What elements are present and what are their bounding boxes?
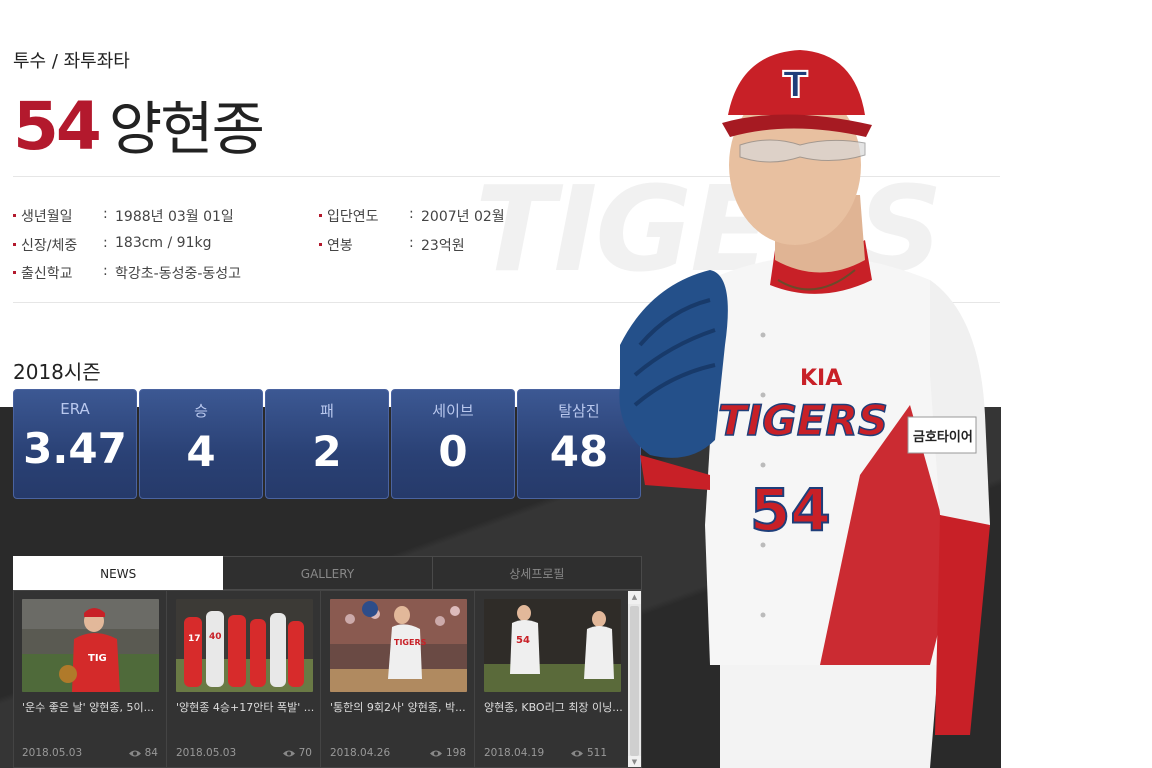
news-title[interactable]: '통한의 9회2사' 양현종, 박... <box>330 700 470 716</box>
info-salary-label: 연봉 <box>327 238 353 254</box>
news-views-count: 70 <box>298 747 312 759</box>
stat-label: ERA <box>60 400 90 418</box>
news-date: 2018.05.03 <box>176 747 237 759</box>
player-photo: 금호타이어 T KIA TIGERS 54 <box>619 50 990 768</box>
colon: : <box>103 263 108 279</box>
news-item[interactable]: TIG '운수 좋은 날' 양현종, 5이... 2018.05.03 84 <box>14 591 167 767</box>
cap-logo: T <box>783 65 808 106</box>
season-title: 2018시즌 <box>13 360 101 384</box>
news-date: 2018.05.03 <box>22 747 83 759</box>
info-body-value: 183cm / 91kg <box>115 235 212 251</box>
svg-text:17: 17 <box>188 634 201 644</box>
news-title[interactable]: '운수 좋은 날' 양현종, 5이... <box>22 700 162 716</box>
news-thumbnail[interactable]: TIGERS <box>330 599 467 692</box>
news-views: 511 <box>570 747 607 759</box>
info-body: 신장/체중 : 183cm / 91kg <box>13 235 211 255</box>
news-views: 198 <box>429 747 466 759</box>
news-views-count: 511 <box>586 747 607 759</box>
info-school: 출신학교 : 학강초-동성중-동성고 <box>13 263 241 283</box>
info-join-value: 2007년 02월 <box>421 209 505 225</box>
colon: : <box>103 235 108 251</box>
stat-value: 4 <box>186 427 216 476</box>
info-birth-label: 생년월일 <box>21 209 73 225</box>
eye-icon <box>570 750 583 756</box>
colon: : <box>409 235 414 251</box>
info-join: 입단연도 : 2007년 02월 <box>319 206 505 226</box>
info-salary-value: 23억원 <box>421 238 465 254</box>
tab-news[interactable]: NEWS <box>13 556 224 590</box>
svg-text:TIGERS: TIGERS <box>394 638 427 647</box>
tab-gallery[interactable]: GALLERY <box>223 556 433 590</box>
colon: : <box>103 206 108 222</box>
player-number: 54 <box>13 88 102 165</box>
player-profile-page: TIGERS 투수 / 좌투좌타 54 양현종 생년월일 : 1988년 03월… <box>0 0 1152 768</box>
info-school-label: 출신학교 <box>21 266 73 282</box>
news-list: TIG '운수 좋은 날' 양현종, 5이... 2018.05.03 84 1… <box>13 590 642 768</box>
stat-value: 2 <box>312 427 342 476</box>
stat-card-saves: 세이브 0 <box>391 389 515 499</box>
player-name: 양현종 <box>108 95 265 163</box>
stat-value: 0 <box>438 427 468 476</box>
jersey-number: 54 <box>750 476 831 544</box>
stat-label: 세이브 <box>432 402 474 420</box>
bullet <box>319 213 322 217</box>
eye-icon <box>429 750 442 756</box>
stat-card-wins: 승 4 <box>139 389 263 499</box>
eye-icon <box>282 750 295 756</box>
colon: : <box>409 206 414 222</box>
news-date: 2018.04.26 <box>330 747 391 759</box>
news-views: 70 <box>282 747 312 759</box>
jersey-brand: KIA <box>800 366 842 391</box>
stat-value: 3.47 <box>23 424 127 473</box>
news-thumbnail[interactable]: 54 <box>484 599 621 692</box>
content-tabs: NEWS GALLERY 상세프로필 <box>13 556 642 590</box>
player-position: 투수 / 좌투좌타 <box>13 51 130 72</box>
news-thumbnail[interactable]: TIG <box>22 599 159 692</box>
news-date: 2018.04.19 <box>484 747 545 759</box>
bullet <box>319 242 322 246</box>
news-item[interactable]: 54 양현종, KBO리그 최장 이닝... 2018.04.19 511 <box>476 591 629 767</box>
news-title[interactable]: '양현종 4승+17안타 폭발' ... <box>176 700 316 716</box>
info-birth-value: 1988년 03월 01일 <box>115 209 234 225</box>
eye-icon <box>128 750 141 756</box>
stat-card-losses: 패 2 <box>265 389 389 499</box>
sleeve-patch-text: 금호타이어 <box>913 429 973 445</box>
bullet <box>13 242 16 246</box>
stat-card-era: ERA 3.47 <box>13 389 137 499</box>
news-thumbnail[interactable]: 17 40 <box>176 599 313 692</box>
news-views: 84 <box>128 747 158 759</box>
news-item[interactable]: TIGERS '통한의 9회2사' 양현종, 박... 2018.04.26 1… <box>322 591 475 767</box>
info-body-label: 신장/체중 <box>21 238 78 254</box>
info-salary: 연봉 : 23억원 <box>319 235 465 255</box>
svg-text:TIG: TIG <box>88 653 107 664</box>
info-school-value: 학강초-동성중-동성고 <box>115 266 242 282</box>
bullet <box>13 213 16 217</box>
svg-text:54: 54 <box>516 635 530 646</box>
info-join-label: 입단연도 <box>327 209 379 225</box>
jersey-team: TIGERS <box>718 396 888 445</box>
bullet <box>13 270 16 274</box>
news-views-count: 198 <box>445 747 466 759</box>
news-item[interactable]: 17 40 '양현종 4승+17안타 폭발' ... 2018.05.03 70 <box>168 591 321 767</box>
stat-label: 승 <box>194 402 208 420</box>
news-views-count: 84 <box>144 747 158 759</box>
svg-text:40: 40 <box>209 632 222 642</box>
stat-label: 패 <box>320 402 334 420</box>
news-title[interactable]: 양현종, KBO리그 최장 이닝... <box>484 700 624 734</box>
player-name-row: 54 양현종 <box>13 82 265 165</box>
info-birth: 생년월일 : 1988년 03월 01일 <box>13 206 234 226</box>
